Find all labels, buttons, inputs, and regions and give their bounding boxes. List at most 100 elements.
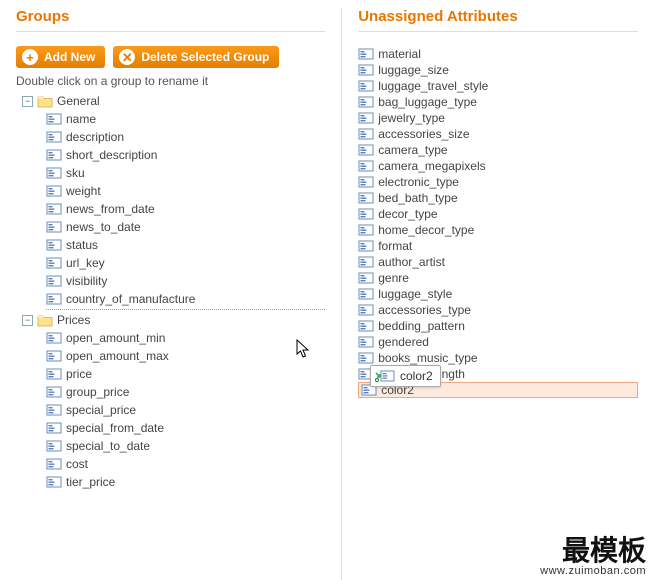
unassigned-item[interactable]: material bbox=[358, 46, 638, 62]
attribute-node[interactable]: status bbox=[46, 236, 325, 254]
unassigned-scroll[interactable]: materialluggage_sizeluggage_travel_style… bbox=[358, 46, 638, 511]
unassigned-panel: Unassigned Attributes materialluggage_si… bbox=[342, 8, 654, 580]
unassigned-item[interactable]: camera_type bbox=[358, 142, 638, 158]
attribute-label: books_music_type bbox=[378, 351, 477, 365]
unassigned-item[interactable]: accessories_size bbox=[358, 126, 638, 142]
attribute-label: short_description bbox=[66, 148, 157, 162]
attribute-node[interactable]: country_of_manufacture bbox=[46, 290, 325, 308]
unassigned-item[interactable]: luggage_travel_style bbox=[358, 78, 638, 94]
attribute-node[interactable]: open_amount_max bbox=[46, 347, 325, 365]
attribute-icon bbox=[46, 385, 62, 399]
attribute-icon bbox=[358, 159, 374, 173]
attribute-label: special_price bbox=[66, 403, 136, 417]
attribute-label: camera_megapixels bbox=[378, 159, 485, 173]
attribute-label: special_from_date bbox=[66, 421, 164, 435]
unassigned-item[interactable]: author_artist bbox=[358, 254, 638, 270]
unassigned-item[interactable]: bed_bath_type bbox=[358, 190, 638, 206]
attribute-node[interactable]: visibility bbox=[46, 272, 325, 290]
attribute-node[interactable]: group_price bbox=[46, 383, 325, 401]
attribute-node[interactable]: special_price bbox=[46, 401, 325, 419]
attribute-icon bbox=[46, 112, 62, 126]
attribute-icon bbox=[358, 207, 374, 221]
attribute-node[interactable]: weight bbox=[46, 182, 325, 200]
attribute-label: format bbox=[378, 239, 412, 253]
attribute-node[interactable]: special_from_date bbox=[46, 419, 325, 437]
delete-selected-group-button[interactable]: ✕Delete Selected Group bbox=[113, 46, 279, 68]
unassigned-item[interactable]: gendered bbox=[358, 334, 638, 350]
attribute-node[interactable]: price bbox=[46, 365, 325, 383]
attribute-icon bbox=[358, 79, 374, 93]
attribute-node[interactable]: short_description bbox=[46, 146, 325, 164]
add-new-button[interactable]: +Add New bbox=[16, 46, 105, 68]
drop-indicator bbox=[46, 309, 325, 310]
attribute-label: camera_type bbox=[378, 143, 447, 157]
attribute-label: special_to_date bbox=[66, 439, 150, 453]
attribute-label: bag_luggage_type bbox=[378, 95, 477, 109]
attribute-label: cost bbox=[66, 457, 88, 471]
attribute-node[interactable]: tier_price bbox=[46, 473, 325, 491]
groups-title: Groups bbox=[16, 8, 325, 25]
attribute-node[interactable]: open_amount_min bbox=[46, 329, 325, 347]
attribute-node[interactable]: news_to_date bbox=[46, 218, 325, 236]
attribute-label: gendered bbox=[378, 335, 429, 349]
attribute-icon bbox=[358, 111, 374, 125]
attribute-label: name bbox=[66, 112, 96, 126]
groups-toolbar: +Add New ✕Delete Selected Group bbox=[16, 46, 325, 68]
attribute-label: news_from_date bbox=[66, 202, 155, 216]
attribute-label: genre bbox=[378, 271, 409, 285]
attribute-icon bbox=[358, 47, 374, 61]
attribute-node[interactable]: url_key bbox=[46, 254, 325, 272]
attribute-label: home_decor_type bbox=[378, 223, 474, 237]
attribute-icon bbox=[46, 421, 62, 435]
collapse-toggle[interactable]: − bbox=[22, 96, 33, 107]
unassigned-container: materialluggage_sizeluggage_travel_style… bbox=[358, 46, 638, 511]
collapse-toggle[interactable]: − bbox=[22, 315, 33, 326]
attribute-label: sku bbox=[66, 166, 85, 180]
attribute-label: luggage_travel_style bbox=[378, 79, 488, 93]
unassigned-item[interactable]: luggage_style bbox=[358, 286, 638, 302]
unassigned-item[interactable]: accessories_type bbox=[358, 302, 638, 318]
unassigned-item[interactable]: books_music_type bbox=[358, 350, 638, 366]
attribute-label: bed_bath_type bbox=[378, 191, 457, 205]
attribute-label: visibility bbox=[66, 274, 107, 288]
unassigned-item[interactable]: bedding_pattern bbox=[358, 318, 638, 334]
unassigned-item[interactable]: jewelry_type bbox=[358, 110, 638, 126]
attribute-icon bbox=[46, 274, 62, 288]
unassigned-item[interactable]: genre bbox=[358, 270, 638, 286]
unassigned-item[interactable]: electronic_type bbox=[358, 174, 638, 190]
attribute-icon bbox=[358, 239, 374, 253]
attribute-node[interactable]: sku bbox=[46, 164, 325, 182]
unassigned-item[interactable]: decor_type bbox=[358, 206, 638, 222]
attribute-label: decor_type bbox=[378, 207, 437, 221]
attribute-label: status bbox=[66, 238, 98, 252]
unassigned-item[interactable]: color2 bbox=[358, 382, 638, 398]
group-label: Prices bbox=[57, 313, 90, 327]
attribute-icon bbox=[46, 184, 62, 198]
watermark: 最模板 www.zuimoban.com bbox=[540, 537, 646, 578]
folder-icon bbox=[37, 94, 53, 108]
group-node[interactable]: − Prices bbox=[16, 311, 325, 329]
unassigned-item[interactable]: bag_luggage_type bbox=[358, 94, 638, 110]
attribute-icon bbox=[358, 335, 374, 349]
attribute-icon bbox=[358, 223, 374, 237]
groups-tree-container: −General name description short_description… bbox=[16, 92, 325, 522]
group-node[interactable]: −General bbox=[16, 92, 325, 110]
attribute-label: open_amount_min bbox=[66, 331, 165, 345]
attribute-icon bbox=[361, 383, 377, 397]
groups-scroll[interactable]: −General name description short_description… bbox=[16, 92, 325, 522]
attribute-label: url_key bbox=[66, 256, 105, 270]
unassigned-item[interactable]: luggage_size bbox=[358, 62, 638, 78]
unassigned-item[interactable]: home_decor_type bbox=[358, 222, 638, 238]
attribute-node[interactable]: cost bbox=[46, 455, 325, 473]
attribute-icon bbox=[358, 127, 374, 141]
unassigned-item[interactable]: format bbox=[358, 238, 638, 254]
attribute-node[interactable]: name bbox=[46, 110, 325, 128]
attribute-node[interactable]: news_from_date bbox=[46, 200, 325, 218]
divider bbox=[358, 31, 638, 32]
attribute-label: necklace_length bbox=[378, 367, 465, 381]
unassigned-item[interactable]: necklace_length bbox=[358, 366, 638, 382]
attribute-node[interactable]: description bbox=[46, 128, 325, 146]
attribute-icon bbox=[46, 202, 62, 216]
unassigned-item[interactable]: camera_megapixels bbox=[358, 158, 638, 174]
attribute-node[interactable]: special_to_date bbox=[46, 437, 325, 455]
